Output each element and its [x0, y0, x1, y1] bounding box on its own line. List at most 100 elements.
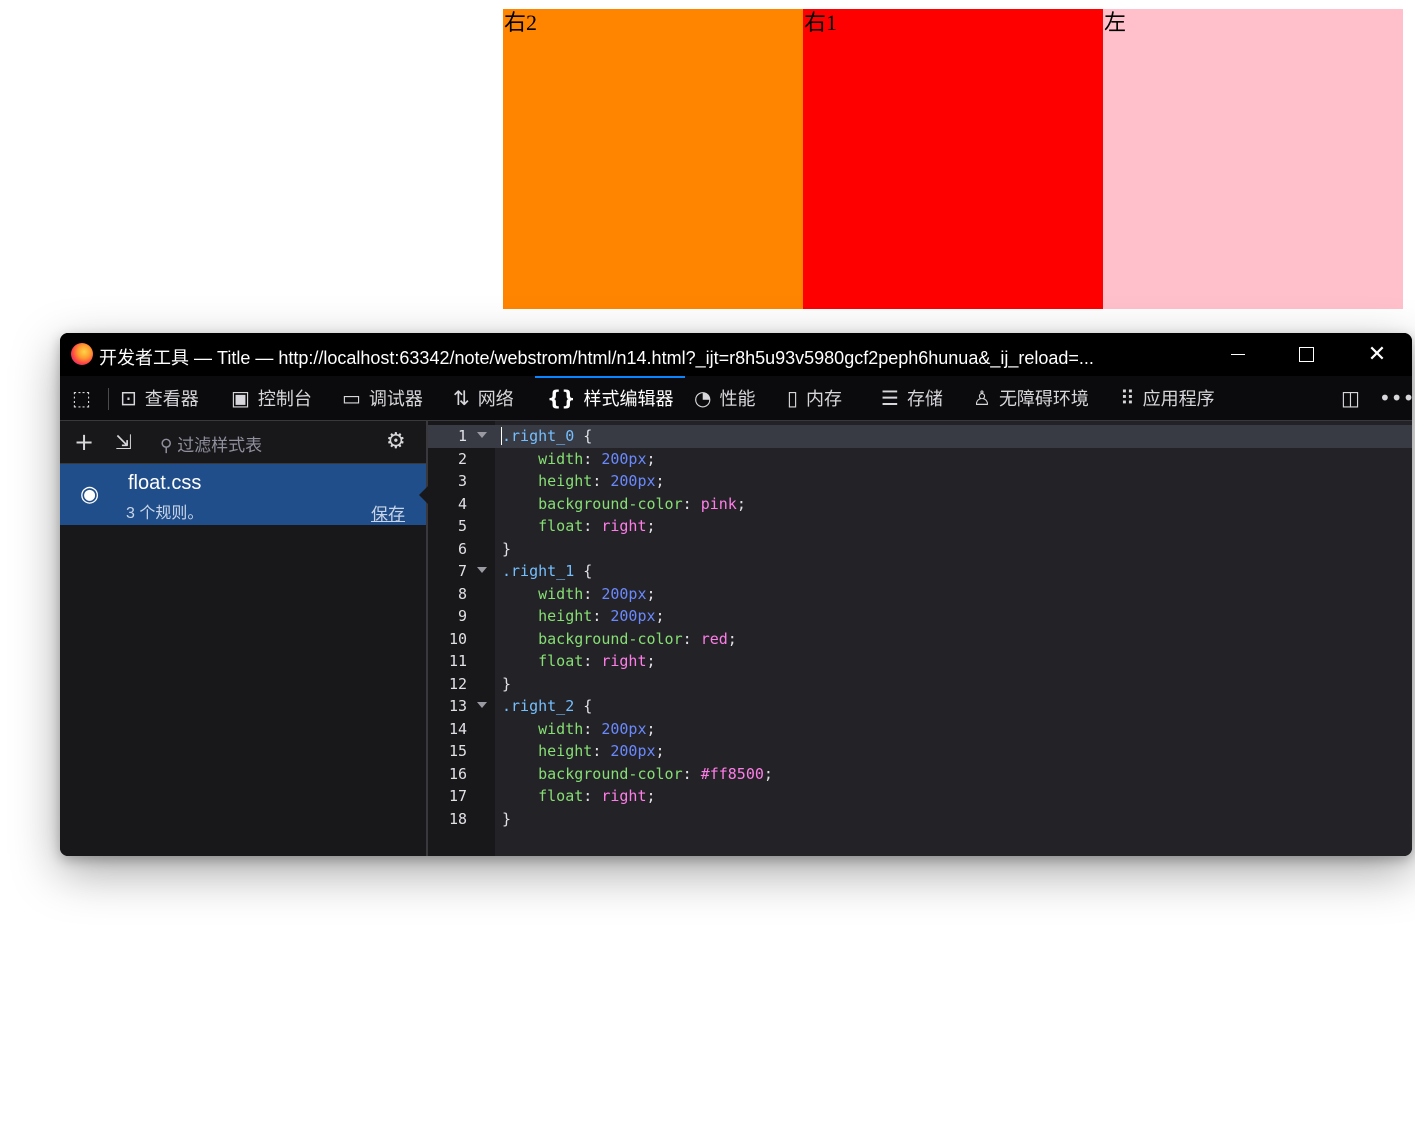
tab-performance[interactable]: ◔ 性能 [694, 376, 755, 420]
storage-icon: ☰ [881, 386, 899, 410]
code-text: width: 200px; [538, 719, 656, 738]
tab-accessibility[interactable]: ♙ 无障碍环境 [973, 376, 1089, 420]
tab-application[interactable]: ⠿ 应用程序 [1120, 376, 1215, 420]
tab-label: 控制台 [257, 389, 312, 409]
code-text: } [502, 674, 512, 693]
more-options-icon: ••• [1379, 386, 1412, 410]
code-line[interactable]: 10 background-color: red; [428, 628, 1412, 651]
maximize-icon [1298, 347, 1314, 362]
code-editor[interactable]: 1 .right_0 {2 width: 200px; 3 height: 200p… [428, 421, 1412, 856]
code-text: float: right; [538, 787, 656, 805]
box-label-right-2: 右2 [504, 10, 538, 35]
toolbar-divider [108, 388, 109, 410]
code-line[interactable]: 1 .right_0 { [428, 425, 1412, 448]
text-cursor [501, 427, 502, 445]
code-line[interactable]: 2 width: 200px; [428, 448, 1412, 471]
tab-console[interactable]: ▣ 控制台 [231, 376, 312, 420]
code-line[interactable]: 5 float: right; [428, 515, 1412, 538]
performance-icon: ◔ [694, 386, 712, 410]
maximize-button[interactable] [1271, 333, 1341, 376]
line-number: 17 [448, 787, 467, 805]
code-line[interactable]: 16 background-color: #ff8500; [428, 763, 1412, 786]
close-button[interactable]: ✕ [1342, 333, 1412, 376]
orange-box-right-2: 右2 [503, 9, 803, 309]
pink-box-left: 左 [1103, 9, 1403, 309]
tab-label: 样式编辑器 [583, 389, 674, 409]
eye-icon[interactable]: ◉ [80, 482, 99, 507]
fold-arrow-icon[interactable] [477, 567, 487, 573]
tab-label: 性能 [719, 389, 756, 409]
devtools-window: 开发者工具 — Title — http://localhost:63342/n… [60, 333, 1412, 856]
code-line[interactable]: 9 height: 200px; [428, 605, 1412, 628]
save-link[interactable]: 保存 [371, 500, 405, 525]
line-number: 5 [457, 517, 467, 535]
tab-network[interactable]: ⇅ 网络 [453, 376, 514, 420]
filter-icon: ⚲ [160, 436, 173, 456]
line-number: 10 [448, 629, 467, 648]
import-stylesheet-icon[interactable]: ⇲ [115, 430, 132, 454]
code-text: width: 200px; [538, 449, 656, 468]
rule-count: 3 个规则。 [126, 505, 204, 522]
code-line[interactable]: 13 .right_2 { [428, 695, 1412, 718]
sidebar-toolbar: + ⇲ ⚲ 过滤样式表 ⚙ [60, 421, 426, 464]
tab-memory[interactable]: ▯ 内存 [787, 376, 842, 420]
application-icon: ⠿ [1120, 386, 1135, 410]
tab-inspector[interactable]: ⊡ 查看器 [120, 376, 199, 420]
code-text: float: right; [538, 517, 656, 535]
minimize-icon [1231, 353, 1245, 356]
new-stylesheet-button[interactable]: + [74, 428, 94, 456]
line-number: 8 [457, 584, 467, 603]
stylesheet-item[interactable]: ◉ float.css 3 个规则。 保存 [60, 464, 428, 525]
code-text: background-color: #ff8500; [538, 764, 773, 783]
line-number: 18 [448, 809, 467, 828]
tab-debugger[interactable]: ▭ 调试器 [342, 376, 423, 420]
code-line[interactable]: 14 width: 200px; [428, 718, 1412, 741]
code-text: background-color: pink; [538, 494, 746, 513]
code-line[interactable]: 12} [428, 673, 1412, 696]
code-line[interactable]: 15 height: 200px; [428, 740, 1412, 763]
code-line[interactable]: 4 background-color: pink; [428, 493, 1412, 516]
line-number: 2 [457, 449, 467, 468]
code-line[interactable]: 11 float: right; [428, 650, 1412, 673]
element-picker-button[interactable]: ⬚ [72, 376, 99, 420]
code-text: .right_1 { [502, 562, 593, 580]
dock-toggle-button[interactable]: ◫ [1341, 376, 1368, 420]
code-text: .right_0 { [502, 427, 593, 445]
tab-label: 查看器 [144, 389, 199, 409]
minimize-button[interactable] [1203, 333, 1273, 376]
code-line[interactable]: 6} [428, 538, 1412, 561]
filter-input[interactable]: ⚲ 过滤样式表 [160, 431, 262, 456]
code-line[interactable]: 3 height: 200px; [428, 470, 1412, 493]
tab-label: 存储 [906, 389, 943, 409]
tab-storage[interactable]: ☰ 存储 [881, 376, 943, 420]
box-label-left: 左 [1104, 10, 1127, 35]
code-line[interactable]: 8 width: 200px; [428, 583, 1412, 606]
close-icon: ✕ [1367, 342, 1387, 367]
line-number: 3 [457, 472, 467, 490]
line-number: 4 [457, 494, 467, 513]
box-label-right-1: 右1 [804, 10, 838, 35]
title-bar[interactable]: 开发者工具 — Title — http://localhost:63342/n… [60, 333, 1412, 376]
fold-arrow-icon[interactable] [477, 702, 487, 708]
tab-label: 网络 [477, 389, 514, 409]
accessibility-icon: ♙ [973, 386, 991, 410]
line-number: 1 [457, 427, 467, 445]
firefox-logo-icon [71, 343, 93, 365]
red-box-right-1: 右1 [803, 9, 1103, 309]
tab-style-editor[interactable]: {} 样式编辑器 [534, 376, 687, 420]
console-icon: ▣ [231, 386, 250, 410]
more-options-button[interactable]: ••• [1379, 376, 1412, 420]
selection-pointer [419, 486, 428, 504]
code-text: background-color: red; [538, 629, 737, 648]
code-line[interactable]: 17 float: right; [428, 785, 1412, 808]
code-line[interactable]: 7 .right_1 { [428, 560, 1412, 583]
fold-arrow-icon[interactable] [477, 432, 487, 438]
code-text: width: 200px; [538, 584, 656, 603]
element-picker-icon: ⬚ [72, 386, 91, 410]
code-text: .right_2 { [502, 697, 593, 715]
gear-icon[interactable]: ⚙ [386, 429, 406, 454]
line-number: 15 [448, 742, 467, 760]
line-number: 12 [448, 674, 467, 693]
stylesheet-name: float.css [128, 472, 202, 494]
code-line[interactable]: 18} [428, 808, 1412, 831]
